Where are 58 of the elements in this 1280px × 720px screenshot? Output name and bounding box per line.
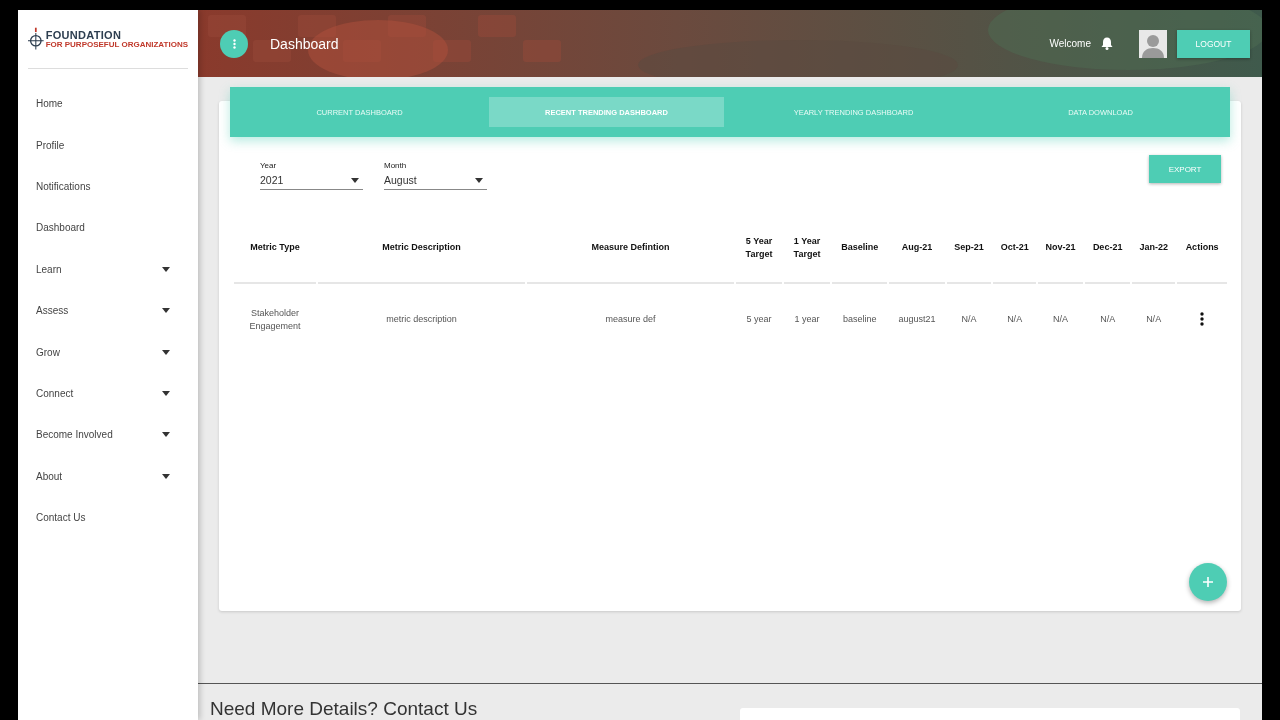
sidebar-item[interactable]: Contact Us bbox=[18, 496, 198, 539]
caret-icon bbox=[475, 177, 483, 183]
logo-name: FOUNDATION bbox=[45, 29, 123, 41]
table-cell-text: N/A bbox=[1145, 313, 1163, 327]
logo-tagline: FOR PURPOSEFUL ORGANIZATIONS bbox=[45, 40, 188, 49]
column-header: Jan-22 bbox=[1132, 214, 1176, 284]
crosshair-logo-icon bbox=[28, 26, 44, 52]
sidebar-item[interactable]: Dashboard bbox=[18, 207, 198, 249]
table-cell-text: metric description bbox=[385, 313, 458, 327]
table-cell-text: N/A bbox=[1052, 313, 1070, 327]
column-header: Sep-21 bbox=[946, 214, 992, 284]
field-label: Month bbox=[384, 161, 408, 170]
table-cell-text: august21 bbox=[897, 313, 937, 327]
column-header: Metric Type bbox=[234, 214, 316, 284]
column-header: Dec-21 bbox=[1085, 214, 1130, 284]
contact-heading: Need More Details? Contact Us bbox=[210, 698, 478, 720]
notifications-icon[interactable] bbox=[1101, 37, 1113, 50]
sidebar-item[interactable]: Learn bbox=[18, 248, 198, 290]
sidebar-item[interactable]: Home bbox=[18, 83, 198, 125]
sidebar-item[interactable]: Assess bbox=[18, 289, 198, 332]
caret-icon bbox=[351, 177, 359, 183]
more-vertical-icon bbox=[232, 38, 236, 49]
caret-icon bbox=[162, 266, 170, 272]
sidebar-item[interactable]: Profile bbox=[18, 124, 198, 166]
column-header: Measure Defintion bbox=[527, 214, 734, 284]
table-cell-text: measure def bbox=[604, 313, 657, 327]
table-cell-text: 1 year bbox=[793, 313, 821, 327]
plus-icon bbox=[1202, 576, 1214, 588]
table-cell-text: Stakeholder Engagement bbox=[248, 306, 302, 333]
column-header: 1 Year Target bbox=[784, 214, 830, 284]
page-title: Dashboard bbox=[270, 35, 340, 52]
welcome-text: Welcome bbox=[1049, 38, 1091, 49]
caret-icon bbox=[162, 349, 170, 355]
column-header: Nov-21 bbox=[1037, 214, 1084, 284]
field-label: Year bbox=[260, 161, 278, 170]
avatar-icon[interactable] bbox=[1139, 29, 1167, 58]
sidebar-item[interactable]: Connect bbox=[18, 372, 198, 415]
column-header: Aug-21 bbox=[889, 214, 945, 284]
caret-icon bbox=[162, 390, 170, 396]
caret-icon bbox=[162, 432, 170, 438]
column-header: Baseline bbox=[832, 214, 888, 284]
table-cell-text: 5 year bbox=[745, 313, 773, 327]
select-field[interactable]: August bbox=[384, 174, 487, 190]
table-cell-text: baseline bbox=[841, 313, 878, 327]
sidebar-item[interactable]: About bbox=[18, 455, 198, 497]
sidebar-item[interactable]: Become Involved bbox=[18, 414, 198, 456]
table-cell-text: N/A bbox=[960, 313, 978, 327]
column-header: Actions bbox=[1177, 214, 1227, 284]
table-cell-text: N/A bbox=[1006, 313, 1024, 327]
sidebar-item[interactable]: Notifications bbox=[18, 165, 198, 208]
caret-icon bbox=[162, 308, 170, 314]
table-cell-text: N/A bbox=[1099, 313, 1117, 327]
column-header: Metric Description bbox=[318, 214, 525, 284]
column-header: Oct-21 bbox=[993, 214, 1036, 284]
select-field[interactable]: 2021 bbox=[260, 174, 363, 190]
column-header: 5 Year Target bbox=[736, 214, 782, 284]
caret-icon bbox=[162, 473, 170, 479]
sidebar-item[interactable]: Grow bbox=[18, 331, 198, 373]
